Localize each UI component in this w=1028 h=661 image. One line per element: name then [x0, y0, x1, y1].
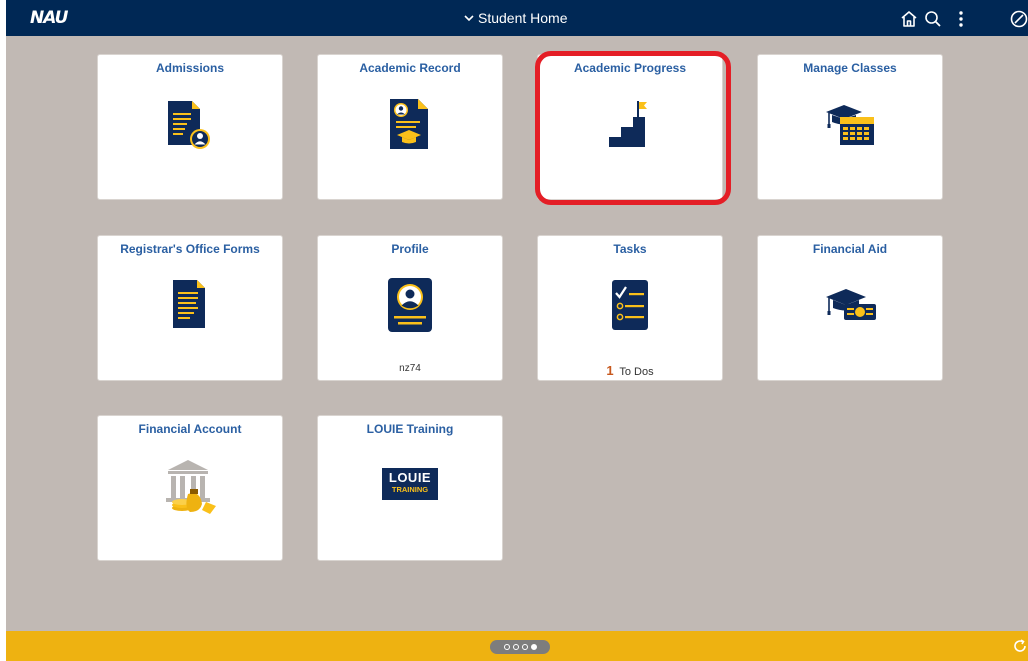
- more-options-icon[interactable]: [951, 9, 971, 29]
- tile-title: Academic Progress: [573, 61, 687, 75]
- tile-title: Financial Aid: [812, 242, 888, 256]
- bank-money-icon: [160, 456, 220, 514]
- page-title: Student Home: [478, 10, 568, 26]
- forms-document-icon: [171, 278, 209, 330]
- tile-louie-training[interactable]: LOUIE Training LOUIE TRAINING: [317, 415, 503, 561]
- louie-training-logo: LOUIE TRAINING: [382, 468, 438, 500]
- louie-logo-line1: LOUIE: [388, 470, 432, 485]
- profile-username: nz74: [399, 363, 421, 374]
- tasks-count: 1: [606, 363, 614, 378]
- page-dot-active[interactable]: [530, 644, 537, 650]
- tile-title: Manage Classes: [803, 61, 897, 75]
- page-dot[interactable]: [503, 644, 510, 650]
- stairs-flag-icon: [607, 99, 653, 149]
- page-dot[interactable]: [521, 644, 528, 650]
- tasks-count-label: To Dos: [619, 366, 654, 378]
- chevron-down-icon: [464, 15, 474, 22]
- nau-logo[interactable]: NAU: [30, 8, 68, 28]
- tile-academic-record[interactable]: Academic Record: [317, 54, 503, 200]
- profile-card-icon: [386, 276, 434, 334]
- page-dot[interactable]: [512, 644, 519, 650]
- academic-record-icon: [388, 97, 432, 151]
- header-bar: NAU Student Home: [6, 0, 1028, 36]
- tile-title: Tasks: [613, 242, 647, 256]
- tile-title: Financial Account: [138, 422, 242, 436]
- grad-cap-money-icon: [820, 284, 880, 324]
- tile-title: Academic Record: [359, 61, 461, 75]
- admissions-document-icon: [164, 99, 216, 151]
- refresh-icon[interactable]: [1012, 638, 1028, 659]
- compass-icon[interactable]: [1009, 9, 1028, 29]
- footer-bar: [6, 631, 1028, 661]
- tile-title: Registrar's Office Forms: [120, 242, 260, 256]
- page-indicator[interactable]: [490, 640, 550, 654]
- tile-admissions[interactable]: Admissions: [97, 54, 283, 200]
- tile-manage-classes[interactable]: Manage Classes: [757, 54, 943, 200]
- graduation-calendar-icon: [820, 97, 880, 149]
- page-title-dropdown[interactable]: Student Home: [464, 10, 568, 26]
- louie-logo-line2: TRAINING: [391, 485, 429, 494]
- tile-financial-account[interactable]: Financial Account: [97, 415, 283, 561]
- tile-title: Admissions: [155, 61, 224, 75]
- tile-academic-progress[interactable]: Academic Progress: [537, 54, 723, 200]
- home-icon[interactable]: [899, 9, 919, 29]
- tile-registrars-office-forms[interactable]: Registrar's Office Forms: [97, 235, 283, 381]
- tile-financial-aid[interactable]: Financial Aid: [757, 235, 943, 381]
- tile-tasks[interactable]: Tasks 1 To Dos: [537, 235, 723, 381]
- search-icon[interactable]: [923, 9, 943, 29]
- checklist-icon: [610, 278, 650, 332]
- tasks-count-row: 1 To Dos: [538, 363, 722, 379]
- student-home-page: NAU Student Home Admissions Academic Rec…: [6, 0, 1028, 661]
- tile-title: LOUIE Training: [366, 422, 454, 436]
- tile-profile[interactable]: Profile nz74: [317, 235, 503, 381]
- tile-title: Profile: [391, 242, 429, 256]
